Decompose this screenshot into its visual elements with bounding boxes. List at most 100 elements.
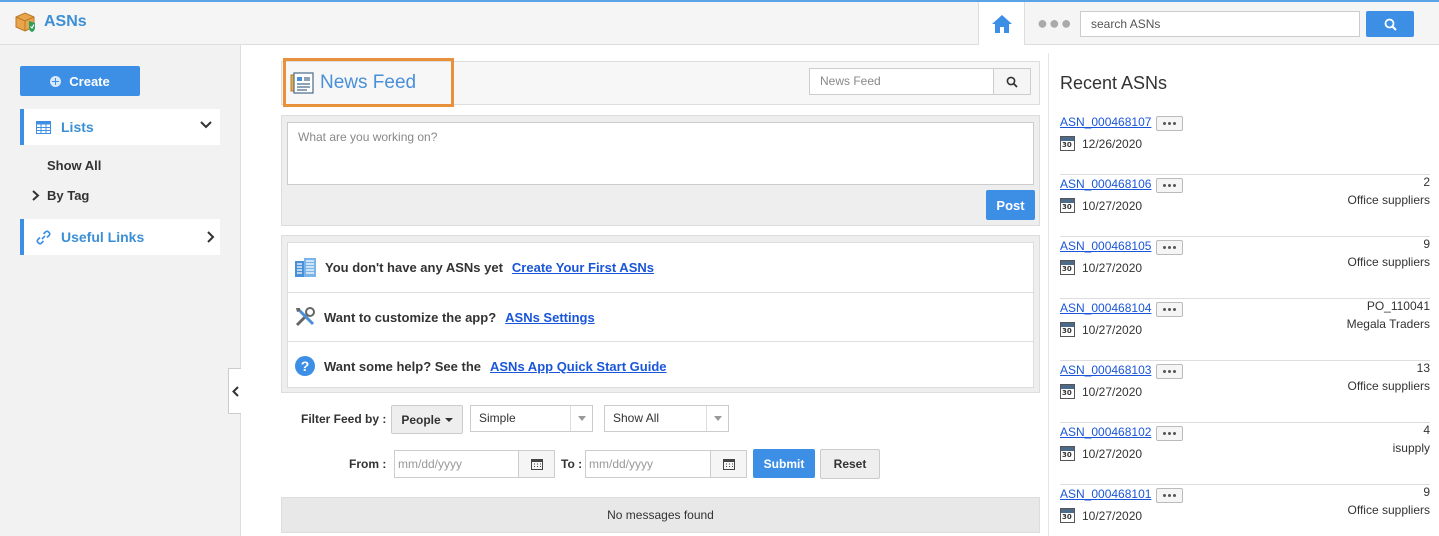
asn-vendor: Office suppliers (1347, 503, 1430, 517)
asn-date: 10/27/2020 (1082, 261, 1143, 275)
more-options-icon[interactable] (1156, 488, 1183, 503)
calendar-icon: 30 (1060, 446, 1075, 461)
people-label: People (401, 412, 441, 427)
asn-quantity: 13 (1416, 361, 1430, 375)
to-date-picker-button[interactable] (710, 450, 747, 478)
asn-date: 10/27/2020 (1082, 385, 1143, 399)
news-feed-search-button[interactable] (993, 68, 1031, 95)
table-icon (36, 120, 51, 134)
more-options-icon[interactable] (1156, 302, 1183, 317)
recent-asns-title: Recent ASNs (1060, 73, 1168, 93)
to-date-input[interactable]: mm/dd/yyyy (585, 450, 711, 478)
chevron-left-icon (231, 385, 239, 397)
recent-asn-item: ASN_000468102 30 10/27/2020 4 isupply (1060, 423, 1430, 485)
create-button[interactable]: Create (20, 66, 140, 96)
useful-links-label: Useful Links (61, 229, 145, 245)
asn-vendor: isupply (1392, 441, 1430, 455)
recent-asn-item: ASN_000468105 30 10/27/2020 9 Office sup… (1060, 237, 1430, 299)
tip-row-help: ? Want some help? See the ASNs App Quick… (288, 341, 1033, 390)
recent-asn-item: ASN_000468104 30 10/27/2020 PO_110041 Me… (1060, 299, 1430, 361)
dropdown-arrow-icon (570, 406, 592, 431)
asn-quantity: PO_110041 (1366, 299, 1430, 313)
asn-date: 10/27/2020 (1082, 199, 1143, 213)
home-button[interactable] (978, 2, 1025, 45)
calendar-icon (530, 459, 543, 470)
feed-scope-select[interactable]: Show All (604, 405, 729, 432)
sidebar-item-by-tag[interactable]: By Tag (32, 188, 89, 203)
recent-asn-item: ASN_000468101 30 10/27/2020 9 Office sup… (1060, 485, 1430, 535)
search-input[interactable]: search ASNs (1080, 11, 1360, 37)
more-options-icon[interactable] (1156, 426, 1183, 441)
post-textarea[interactable]: What are you working on? (287, 122, 1034, 185)
by-tag-label: By Tag (47, 188, 90, 203)
people-dropdown[interactable]: People (391, 405, 463, 434)
collapse-sidebar-button[interactable] (228, 368, 241, 414)
more-options-icon[interactable] (1156, 364, 1183, 379)
recent-asn-item: ASN_000468106 30 10/27/2020 2 Office sup… (1060, 175, 1430, 237)
from-label: From : (349, 457, 387, 471)
reset-button[interactable]: Reset (820, 449, 880, 479)
news-feed-title: News Feed (283, 58, 454, 107)
asn-date: 10/27/2020 (1082, 509, 1143, 523)
tip-row-settings: Want to customize the app? ASNs Settings (288, 292, 1033, 341)
recent-asn-item: ASN_000468107 30 12/26/2020 (1060, 113, 1430, 175)
feed-scope-value: Show All (613, 411, 660, 425)
sidebar-item-lists[interactable]: Lists (20, 109, 220, 145)
from-date-input[interactable]: mm/dd/yyyy (394, 450, 519, 478)
search-button[interactable] (1366, 11, 1414, 37)
to-label: To : (561, 457, 583, 471)
lists-label: Lists (61, 119, 94, 135)
asns-settings-link[interactable]: ASNs Settings (505, 310, 595, 325)
asn-vendor: Office suppliers (1347, 379, 1430, 393)
sidebar-item-useful-links[interactable]: Useful Links (20, 219, 220, 255)
asn-link[interactable]: ASN_000468102 (1060, 425, 1151, 439)
building-icon (295, 258, 316, 277)
search-icon (1384, 18, 1397, 31)
submit-button[interactable]: Submit (753, 449, 815, 478)
sidebar-item-show-all[interactable]: Show All (47, 158, 101, 173)
filter-feed-label: Filter Feed by : (301, 412, 387, 426)
plus-circle-icon (50, 75, 62, 87)
more-apps-button[interactable]: ●●● (1037, 14, 1073, 32)
asn-date: 10/27/2020 (1082, 323, 1143, 337)
feed-type-select[interactable]: Simple (470, 405, 593, 432)
asn-link[interactable]: ASN_000468106 (1060, 177, 1151, 191)
calendar-icon: 30 (1060, 136, 1075, 151)
calendar-icon: 30 (1060, 322, 1075, 337)
tip-text: Want to customize the app? (324, 309, 497, 325)
asn-quantity: 9 (1423, 485, 1430, 499)
asn-quantity: 4 (1423, 423, 1430, 437)
feed-type-value: Simple (479, 411, 516, 425)
from-date-picker-button[interactable] (518, 450, 555, 478)
getting-started-list: You don't have any ASNs yet Create Your … (287, 242, 1034, 388)
dropdown-arrow-icon (706, 406, 728, 431)
post-button[interactable]: Post (986, 190, 1035, 220)
calendar-icon (722, 459, 735, 470)
news-feed-search-input[interactable]: News Feed (809, 68, 994, 95)
calendar-icon: 30 (1060, 384, 1075, 399)
left-sidebar: Create Lists Show All By Tag Useful Link… (0, 45, 241, 536)
asn-vendor: Office suppliers (1347, 193, 1430, 207)
tip-text: You don't have any ASNs yet (325, 260, 503, 275)
more-options-icon[interactable] (1156, 178, 1183, 193)
asn-link[interactable]: ASN_000468105 (1060, 239, 1151, 253)
chevron-right-icon (207, 231, 215, 243)
empty-messages-notice: No messages found (281, 497, 1040, 533)
caret-down-icon (444, 417, 453, 422)
asn-link[interactable]: ASN_000468103 (1060, 363, 1151, 377)
asn-link[interactable]: ASN_000468101 (1060, 487, 1151, 501)
calendar-icon: 30 (1060, 260, 1075, 275)
more-options-icon[interactable] (1156, 240, 1183, 255)
box-shield-icon (14, 11, 38, 33)
more-options-icon[interactable] (1156, 116, 1183, 131)
create-first-asns-link[interactable]: Create Your First ASNs (512, 260, 654, 275)
app-title: ASNs (44, 13, 87, 30)
asn-quantity: 9 (1423, 237, 1430, 251)
asn-link[interactable]: ASN_000468107 (1060, 115, 1151, 129)
help-icon: ? (295, 356, 315, 376)
asn-vendor: Office suppliers (1347, 255, 1430, 269)
chevron-down-icon (200, 121, 212, 129)
app-logo[interactable]: ASNs (14, 11, 87, 33)
asn-link[interactable]: ASN_000468104 (1060, 301, 1151, 315)
quick-start-guide-link[interactable]: ASNs App Quick Start Guide (490, 359, 667, 374)
